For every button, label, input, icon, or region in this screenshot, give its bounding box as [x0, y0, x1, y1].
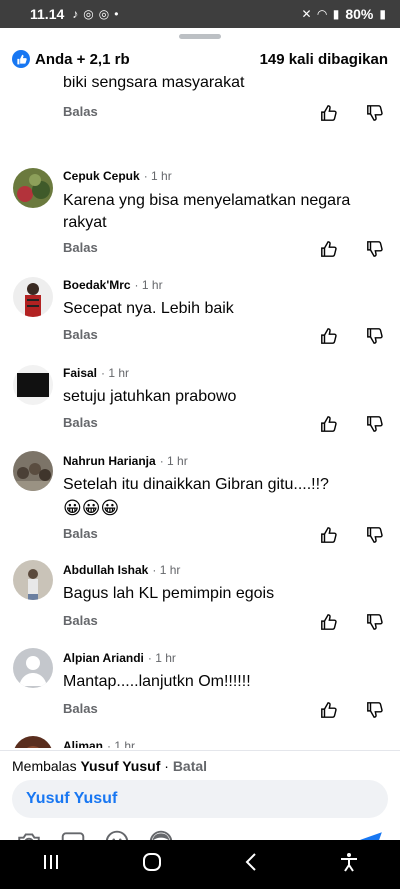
reply-button[interactable]: Balas [63, 526, 98, 541]
comment-time: · 1 hr [152, 563, 181, 577]
reply-button[interactable]: Balas [63, 701, 98, 716]
instagram-icon-2: ◎ [98, 7, 110, 21]
comment-author[interactable]: Boedak'Mrc · 1 hr [63, 278, 163, 292]
avatar[interactable] [13, 365, 53, 405]
comment-text: Karena yng bisa menyelamatkan negara rak… [63, 192, 351, 231]
reactions-count[interactable]: Anda + 2,1 rb [35, 51, 130, 68]
comment-text: biki sengsara masyarakat [63, 76, 245, 91]
like-icon[interactable] [320, 701, 338, 719]
grinning-emoji: 😀😀😀 [63, 498, 120, 518]
avatar[interactable] [13, 168, 53, 208]
reply-button[interactable]: Balas [63, 613, 98, 628]
dislike-icon[interactable] [366, 104, 384, 122]
comment-author[interactable]: Alpian Ariandi · 1 hr [63, 651, 176, 665]
comment-author[interactable]: Cepuk Cepuk · 1 hr [63, 169, 172, 183]
instagram-icon: ◎ [83, 7, 94, 21]
comment-author[interactable]: Aliman · 1 hr [63, 739, 135, 748]
avatar[interactable] [13, 560, 53, 600]
camera-icon[interactable] [16, 829, 42, 840]
battery-level: 80% [345, 6, 374, 22]
comment-text: Secepat nya. Lebih baik [63, 300, 234, 317]
reply-target: Yusuf Yusuf [80, 758, 161, 774]
reactions-header: Anda + 2,1 rb 149 kali dibagikan [0, 48, 400, 70]
like-icon[interactable] [320, 613, 338, 631]
reply-button[interactable]: Balas [63, 415, 98, 430]
avatar[interactable] [13, 277, 53, 317]
home-icon[interactable] [142, 852, 162, 878]
avatar[interactable] [13, 648, 53, 688]
comment-author[interactable]: Nahrun Harianja · 1 hr [63, 454, 188, 468]
mute-icon: ✕ [301, 7, 312, 21]
reply-button[interactable]: Balas [63, 327, 98, 342]
shares-count[interactable]: 149 kali dibagikan [260, 51, 388, 68]
dislike-icon[interactable] [366, 327, 384, 345]
comment-text-line: Setelah itu dinaikkan Gibran gitu....!!? [63, 476, 329, 493]
comments-sheet: Anda + 2,1 rb 149 kali dibagikan biki se… [0, 28, 400, 840]
comment-text: Bagus lah KL pemimpin egois [63, 585, 275, 602]
gif-icon[interactable]: GIF [60, 829, 86, 840]
like-icon[interactable] [320, 240, 338, 258]
avatar[interactable] [13, 451, 53, 491]
comment-time: · 1 hr [143, 169, 172, 183]
status-bar: 11.14 ♪ ◎ ◎ • ✕ ◠ ▮ 80% ▮ [0, 0, 400, 28]
mention-tag: Yusuf Yusuf [26, 790, 118, 807]
reply-button[interactable]: Balas [63, 240, 98, 255]
comment-text: setuju jatuhkan prabowo [63, 388, 237, 405]
wifi-icon: ◠ [317, 7, 327, 21]
avatar[interactable] [13, 736, 53, 748]
dot-icon: • [114, 7, 119, 21]
comment-time: · 1 hr [107, 739, 136, 748]
like-reaction-icon[interactable] [12, 50, 30, 68]
comment-author[interactable]: Abdullah Ishak · 1 hr [63, 563, 180, 577]
cancel-reply-button[interactable]: Batal [173, 758, 207, 774]
composer-toolbar: GIF [0, 824, 400, 840]
dislike-icon[interactable] [366, 526, 384, 544]
comment-time: · 1 hr [147, 651, 176, 665]
system-nav-bar [0, 840, 400, 889]
status-time: 11.14 [30, 6, 65, 22]
comment-author[interactable]: Faisal · 1 hr [63, 366, 129, 380]
signal-icon: ▮ [332, 7, 340, 21]
like-icon[interactable] [320, 327, 338, 345]
comment-time: · 1 hr [159, 454, 188, 468]
back-icon[interactable] [244, 852, 258, 878]
tiktok-icon: ♪ [72, 7, 79, 21]
dislike-icon[interactable] [366, 415, 384, 433]
like-icon[interactable] [320, 526, 338, 544]
dislike-icon[interactable] [366, 613, 384, 631]
drag-handle[interactable] [179, 34, 221, 39]
comment-text: Mantap.....lanjutkn Om!!!!!! [63, 673, 251, 690]
dislike-icon[interactable] [366, 701, 384, 719]
accessibility-icon[interactable] [339, 852, 359, 878]
reply-button[interactable]: Balas [63, 104, 98, 119]
recent-apps-icon[interactable] [41, 853, 61, 877]
comment-time: · 1 hr [101, 366, 130, 380]
avatar-sticker-icon[interactable] [148, 829, 174, 840]
comment-input[interactable]: Yusuf Yusuf [12, 780, 388, 818]
like-icon[interactable] [320, 415, 338, 433]
send-icon[interactable] [358, 829, 384, 840]
comment-time: · 1 hr [134, 278, 163, 292]
replying-to-bar: Membalas Yusuf Yusuf · Batal [0, 750, 400, 780]
emoji-icon[interactable] [104, 829, 130, 840]
comment-list[interactable]: biki sengsara masyarakat Balas Cepuk Cep… [0, 76, 400, 748]
like-icon[interactable] [320, 104, 338, 122]
comment-text: Setelah itu dinaikkan Gibran gitu....!!?… [63, 474, 383, 520]
dislike-icon[interactable] [366, 240, 384, 258]
battery-icon: ▮ [379, 7, 386, 21]
